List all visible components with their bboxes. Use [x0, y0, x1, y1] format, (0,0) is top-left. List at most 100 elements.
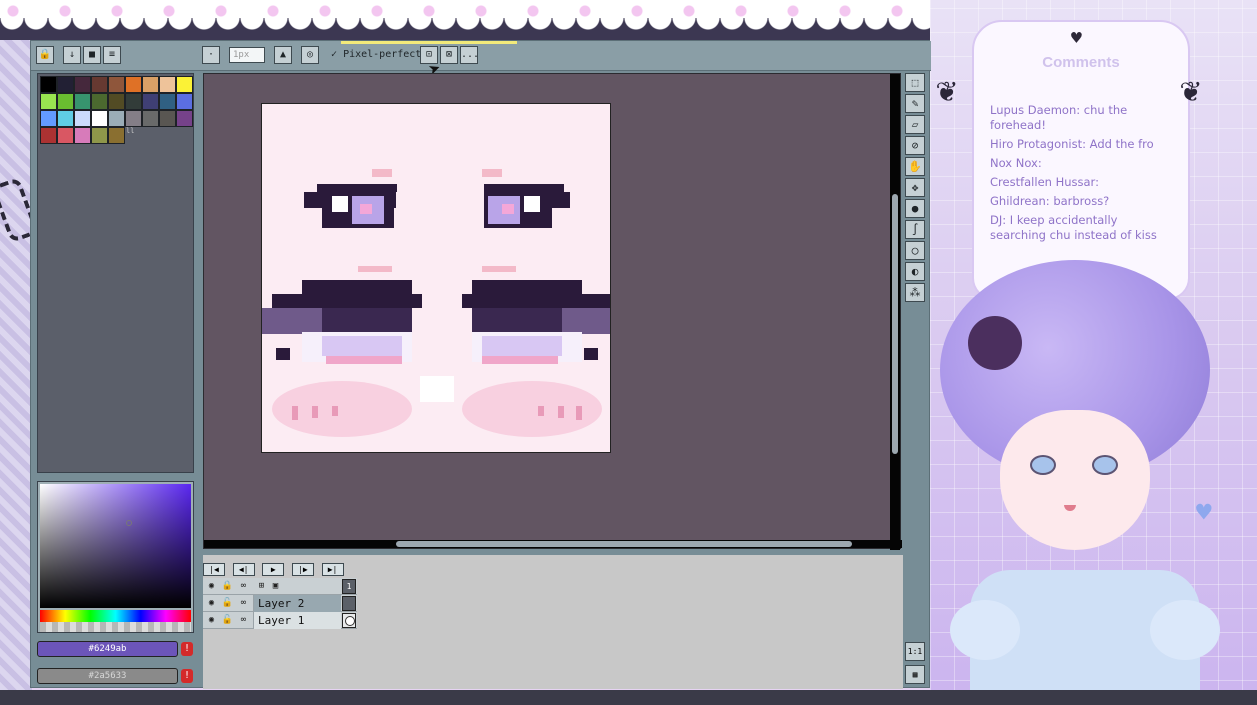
- cel-keyframe[interactable]: [342, 613, 356, 628]
- palette-swatch[interactable]: [176, 110, 193, 127]
- lock-icon[interactable]: 🔓: [221, 597, 234, 610]
- hand-icon[interactable]: ✋: [905, 157, 925, 176]
- palette-swatch[interactable]: [142, 110, 159, 127]
- move-icon[interactable]: ✥: [905, 178, 925, 197]
- vertical-scrollbar[interactable]: [890, 74, 900, 550]
- lock-icon[interactable]: 🔓: [221, 614, 234, 627]
- fill-icon[interactable]: ●: [905, 199, 925, 218]
- palette-swatch[interactable]: [125, 93, 142, 110]
- play-button[interactable]: ▶: [262, 563, 285, 576]
- last-frame-button[interactable]: ▶|: [321, 563, 344, 576]
- palette-swatch[interactable]: [40, 110, 57, 127]
- palette-swatch[interactable]: [74, 127, 91, 144]
- palette-swatch[interactable]: [57, 110, 74, 127]
- saturation-value-square[interactable]: [40, 484, 191, 608]
- brush-size-input[interactable]: 1px: [229, 47, 265, 63]
- sprite-canvas[interactable]: [261, 103, 611, 453]
- alpha-slider[interactable]: [40, 622, 191, 632]
- layer-row[interactable]: ◉ 🔓 ∞ Layer 1: [203, 612, 357, 629]
- palette-swatch[interactable]: [125, 110, 142, 127]
- foreground-color-hex[interactable]: #6249ab: [37, 641, 178, 657]
- palette-swatch[interactable]: [40, 93, 57, 110]
- film-icon[interactable]: ▦: [905, 665, 925, 684]
- palette-swatch[interactable]: [159, 93, 176, 110]
- palette-swatch[interactable]: [40, 127, 57, 144]
- palette-swatch[interactable]: [40, 76, 57, 93]
- save-icon[interactable]: ■: [83, 46, 101, 64]
- color-selector-dot[interactable]: [126, 520, 132, 526]
- comment-item: Nox Nox:: [990, 156, 1176, 171]
- brush-type-button[interactable]: ·: [202, 46, 220, 64]
- palette-swatch[interactable]: [176, 93, 193, 110]
- cel[interactable]: [342, 596, 356, 611]
- target-icon[interactable]: ◎: [301, 46, 319, 64]
- vertical-scroll-thumb[interactable]: [892, 194, 898, 454]
- bottom-bar: [0, 690, 1257, 705]
- eye-icon[interactable]: ◉: [205, 597, 218, 610]
- heart-icon: ♥: [1196, 498, 1212, 528]
- link-icon[interactable]: ∞: [237, 597, 250, 610]
- palette-swatch[interactable]: [91, 76, 108, 93]
- palette-swatch[interactable]: [108, 93, 125, 110]
- horizontal-scrollbar[interactable]: [204, 540, 902, 548]
- layer-name[interactable]: Layer 1: [253, 612, 341, 629]
- blur-icon[interactable]: ◐: [905, 262, 925, 281]
- eye-icon[interactable]: ◉: [205, 580, 218, 593]
- download-icon[interactable]: ↓: [63, 46, 81, 64]
- link-icon[interactable]: ∞: [237, 614, 250, 627]
- palette-swatch[interactable]: [159, 110, 176, 127]
- palette-swatch[interactable]: [142, 93, 159, 110]
- palette-swatch[interactable]: [159, 76, 176, 93]
- palette-swatch[interactable]: [108, 110, 125, 127]
- hue-slider[interactable]: [40, 610, 191, 622]
- menu-icon[interactable]: ≡: [103, 46, 121, 64]
- spray-icon[interactable]: ⁂: [905, 283, 925, 302]
- ellipse-icon[interactable]: ◯: [905, 241, 925, 260]
- heart-icon: ♥: [1071, 28, 1082, 49]
- eye-icon[interactable]: ◉: [205, 614, 218, 627]
- lace-trim: [0, 18, 930, 40]
- background-color-hex[interactable]: #2a5633: [37, 668, 178, 684]
- palette-swatch[interactable]: [57, 127, 74, 144]
- symmetry-options-icon[interactable]: ⊠: [440, 46, 458, 64]
- palette-swatch[interactable]: [74, 93, 91, 110]
- palette-swatch[interactable]: [125, 76, 142, 93]
- zoom-one-to-one-button[interactable]: 1:1: [905, 642, 925, 661]
- curve-icon[interactable]: ∫: [905, 220, 925, 239]
- palette-swatch[interactable]: [108, 76, 125, 93]
- ink-icon[interactable]: ▲: [274, 46, 292, 64]
- frame-number[interactable]: 1: [342, 579, 356, 594]
- comment-author: Crestfallen Hussar:: [990, 175, 1099, 189]
- eyedropper-icon[interactable]: ⊘: [905, 136, 925, 155]
- link-icon[interactable]: ∞: [237, 580, 250, 593]
- pencil-icon[interactable]: ✎: [905, 94, 925, 113]
- more-options-button[interactable]: ...: [460, 46, 479, 64]
- avatar-hair-accessory: [968, 316, 1022, 370]
- new-layer-icon[interactable]: ⊞: [255, 580, 268, 593]
- horizontal-scroll-thumb[interactable]: [396, 541, 852, 547]
- layer-name[interactable]: Layer 2: [253, 595, 341, 612]
- marquee-icon[interactable]: ⬚: [905, 73, 925, 92]
- pixel-perfect-checkbox[interactable]: ✓ Pixel-perfect: [331, 49, 421, 60]
- palette-swatch[interactable]: [74, 76, 91, 93]
- first-frame-button[interactable]: |◀: [203, 563, 225, 576]
- palette-swatch[interactable]: [91, 110, 108, 127]
- lock-icon[interactable]: 🔒: [221, 580, 234, 593]
- palette-swatch[interactable]: [142, 76, 159, 93]
- palette-swatch[interactable]: [57, 93, 74, 110]
- palette-swatch[interactable]: [91, 127, 108, 144]
- palette-swatch[interactable]: [91, 93, 108, 110]
- palette-swatch[interactable]: [108, 127, 125, 144]
- layer-group-icon[interactable]: ▣: [269, 580, 282, 593]
- palette-swatch[interactable]: [74, 110, 91, 127]
- lock-icon[interactable]: 🔒: [36, 46, 54, 64]
- color-picker[interactable]: [37, 481, 194, 633]
- avatar-sleeve: [1150, 600, 1220, 660]
- previous-frame-button[interactable]: ◀|: [232, 563, 255, 576]
- palette-swatch[interactable]: [176, 76, 193, 93]
- layer-row[interactable]: ◉ 🔓 ∞ Layer 2: [203, 595, 357, 612]
- palette-swatch[interactable]: [57, 76, 74, 93]
- next-frame-button[interactable]: |▶: [291, 563, 314, 576]
- eraser-icon[interactable]: ▱: [905, 115, 925, 134]
- canvas-viewport[interactable]: [203, 73, 902, 550]
